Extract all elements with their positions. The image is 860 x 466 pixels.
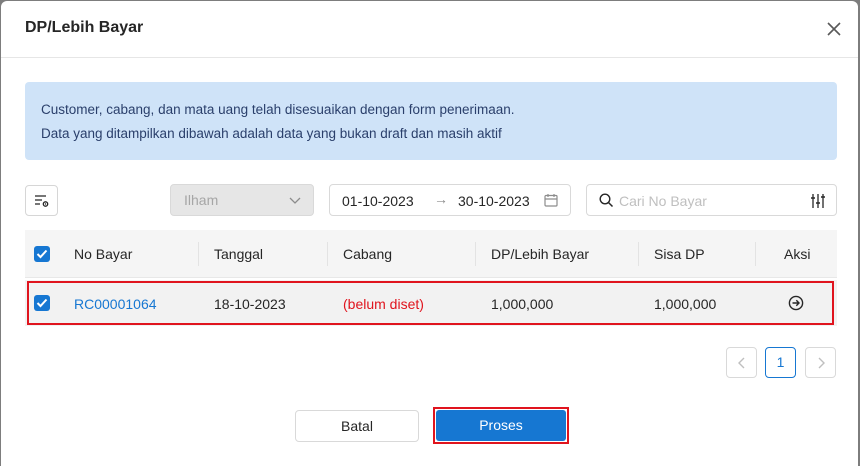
header-aksi: Aksi (784, 246, 811, 262)
filter-sliders-icon[interactable] (810, 193, 826, 214)
alert-line-2: Data yang ditampilkan dibawah adalah dat… (41, 126, 502, 141)
close-icon[interactable] (824, 19, 844, 39)
row-highlight-frame (27, 281, 834, 325)
cancel-button[interactable]: Batal (295, 410, 419, 442)
info-alert: Customer, cabang, dan mata uang telah di… (25, 82, 837, 160)
header-no-bayar: No Bayar (74, 246, 133, 262)
customer-select[interactable]: Ilham (170, 184, 314, 216)
table-header: No Bayar Tanggal Cabang DP/Lebih Bayar S… (25, 230, 837, 278)
pagination-prev-button[interactable] (726, 347, 757, 378)
search-field[interactable] (586, 184, 837, 216)
header-tanggal: Tanggal (214, 246, 264, 262)
pagination-next-button[interactable] (805, 347, 836, 378)
header-divider (327, 242, 328, 266)
customer-select-value: Ilham (184, 192, 219, 208)
submit-button[interactable]: Proses (436, 410, 566, 441)
header-divider (755, 242, 756, 266)
dp-lebih-bayar-modal: DP/Lebih Bayar Customer, cabang, dan mat… (1, 1, 858, 466)
date-start[interactable]: 01-10-2023 (342, 193, 414, 209)
header-sisa-dp: Sisa DP (654, 246, 705, 262)
header-divider (475, 242, 476, 266)
select-all-checkbox[interactable] (34, 246, 50, 262)
column-settings-button[interactable] (25, 185, 58, 216)
header-divider (638, 242, 639, 266)
pagination-page-1[interactable]: 1 (765, 347, 796, 378)
modal-title: DP/Lebih Bayar (25, 19, 144, 36)
alert-line-1: Customer, cabang, dan mata uang telah di… (41, 102, 515, 117)
header-dp-lebih-bayar: DP/Lebih Bayar (491, 246, 590, 262)
header-divider (198, 242, 199, 266)
date-range-picker[interactable]: 01-10-2023 → 30-10-2023 (329, 184, 571, 216)
search-icon (599, 193, 614, 213)
header-cabang: Cabang (343, 246, 393, 262)
date-separator-arrow-icon: → (434, 191, 448, 207)
date-end[interactable]: 30-10-2023 (458, 193, 530, 209)
search-input[interactable] (619, 191, 799, 211)
modal-header: DP/Lebih Bayar (1, 1, 858, 58)
